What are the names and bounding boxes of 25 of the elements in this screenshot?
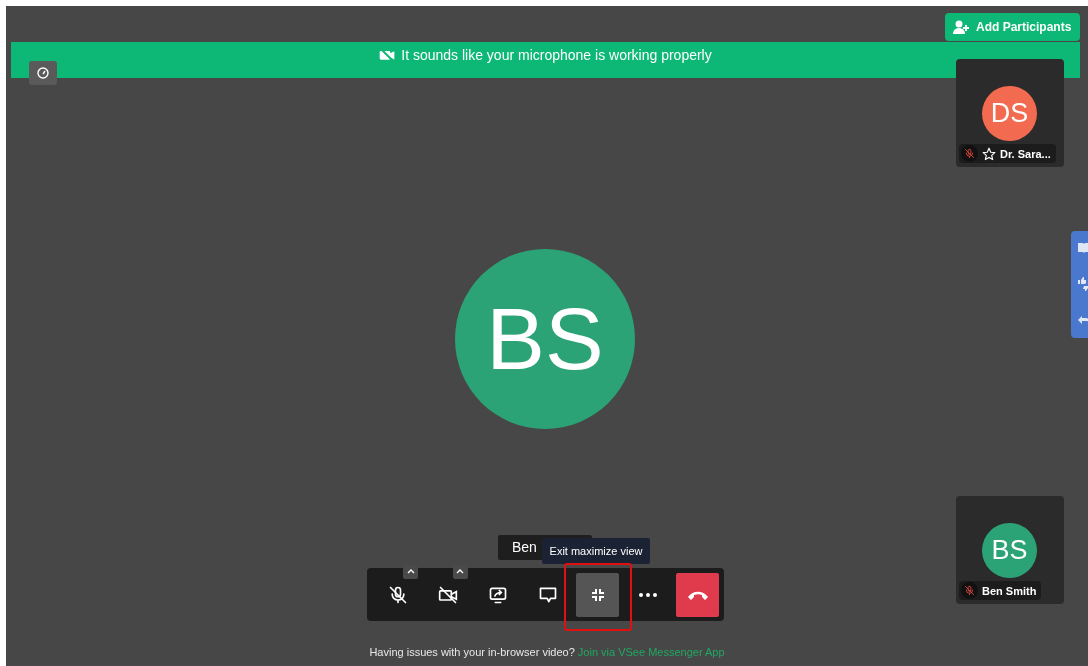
camera-off-icon [438,584,459,605]
hang-up-icon [686,589,709,600]
muted-microphone-icon [388,584,409,605]
participant-avatar: BS [982,523,1037,578]
participant-tile[interactable]: DS Dr. Sara... [956,59,1064,167]
speed-gauge-button[interactable] [29,61,57,85]
participant-avatar: DS [982,86,1037,141]
highlight-frame [564,563,632,631]
tooltip: Exit maximize view [542,538,650,564]
participant-name: Ben Smith [982,584,1037,597]
hangup-button[interactable] [676,572,719,617]
more-icon [638,592,657,597]
minimize-button[interactable] [576,572,620,617]
reply-icon[interactable] [1078,315,1088,326]
banner-text: It sounds like your microphone is working properly [401,47,712,65]
participant-name: Dr. Sara... [1000,147,1051,160]
help-text: Having issues with your in-browser video? [369,646,575,658]
exit-maximize-icon [590,587,605,602]
star-icon[interactable] [982,146,996,161]
participant-tile[interactable]: BS Ben Smith [956,496,1064,604]
gauge-icon [37,67,49,79]
thumbs-icon[interactable] [1078,277,1088,292]
add-person-icon [953,20,970,34]
book-icon[interactable] [1078,243,1088,254]
participant-avatar: BS [455,249,635,429]
